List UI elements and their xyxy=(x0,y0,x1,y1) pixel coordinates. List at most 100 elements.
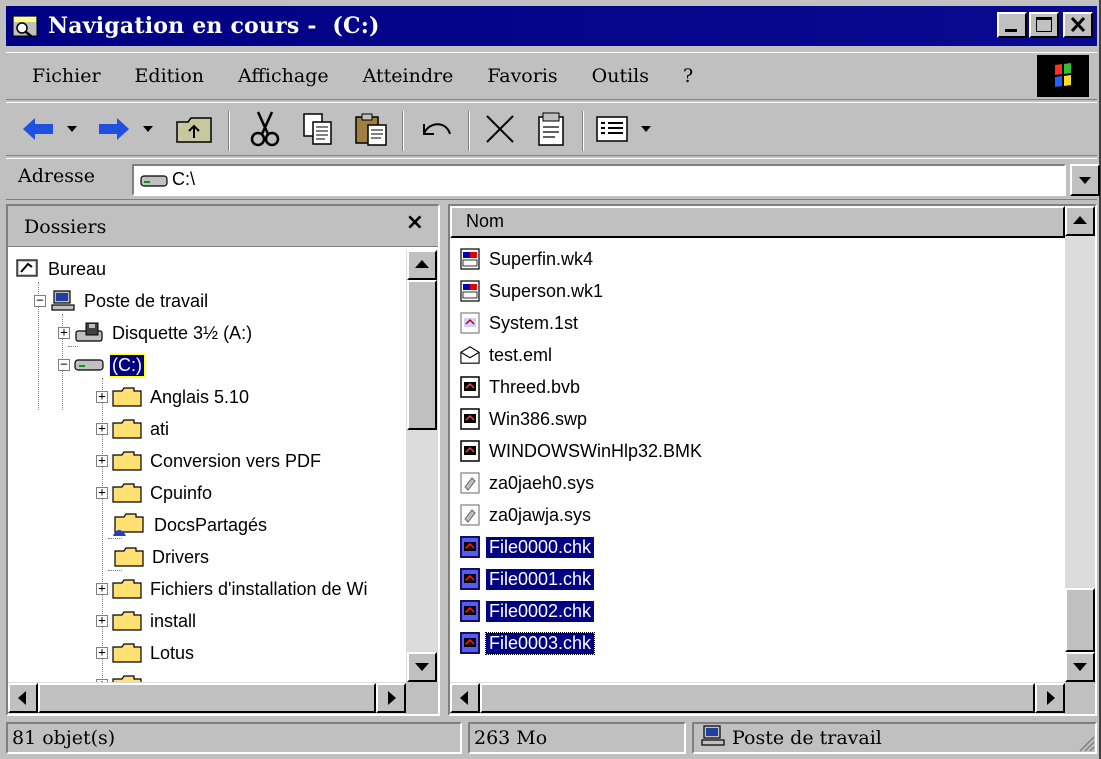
files-horizontal-scrollbar[interactable] xyxy=(450,682,1065,714)
folder-icon xyxy=(114,547,144,567)
folder-icon xyxy=(112,675,142,682)
file-item[interactable]: WINDOWSWinHlp32.BMK xyxy=(460,436,705,466)
status-location: Poste de travail xyxy=(732,727,882,749)
tree-item-ati[interactable]: + ati xyxy=(96,414,171,444)
forward-button[interactable] xyxy=(94,107,134,151)
scroll-thumb[interactable] xyxy=(1065,588,1095,652)
tree-item-c-drive[interactable]: − (C:) xyxy=(58,350,145,380)
tree-item-disquette[interactable]: + Disquette 3½ (A:) xyxy=(58,318,254,348)
menu-outils[interactable]: Outils xyxy=(572,65,663,87)
menu-help[interactable]: ? xyxy=(663,65,707,87)
delete-button[interactable] xyxy=(478,107,522,151)
title-bar[interactable]: Navigation en cours - (C:) xyxy=(6,6,1097,46)
menu-favoris[interactable]: Favoris xyxy=(467,65,571,87)
expand-icon[interactable]: + xyxy=(96,486,108,499)
back-icon xyxy=(23,118,53,140)
minimize-icon xyxy=(1005,29,1017,32)
properties-button[interactable] xyxy=(528,107,574,151)
status-size: 263 Mo xyxy=(468,722,686,754)
tree-label: Bureau xyxy=(48,258,107,279)
scroll-left-button[interactable] xyxy=(8,683,38,713)
expand-icon[interactable]: + xyxy=(58,326,70,339)
undo-button[interactable] xyxy=(412,107,460,151)
folder-icon xyxy=(112,579,142,599)
scroll-up-button[interactable] xyxy=(1065,206,1095,236)
file-item[interactable]: za0jaeh0.sys xyxy=(460,468,597,498)
maximize-button[interactable] xyxy=(1029,12,1059,38)
collapse-icon[interactable]: − xyxy=(34,294,46,307)
expand-icon[interactable]: + xyxy=(96,614,108,627)
cut-button[interactable] xyxy=(242,107,288,151)
up-folder-button[interactable] xyxy=(170,107,218,151)
tree-label: Fichiers d'installation de Wi xyxy=(150,578,368,599)
tree-item-bureau[interactable]: Bureau xyxy=(16,254,108,284)
scroll-up-button[interactable] xyxy=(407,250,437,280)
file-item-selected[interactable]: File0000.chk xyxy=(460,532,595,562)
forward-dropdown[interactable] xyxy=(138,107,158,151)
back-button[interactable] xyxy=(18,107,58,151)
views-button[interactable] xyxy=(592,107,632,151)
folders-vertical-scrollbar[interactable] xyxy=(406,250,438,682)
tree-item-partial[interactable]: + xyxy=(96,670,152,682)
tree-item-conversion-pdf[interactable]: + Conversion vers PDF xyxy=(96,446,323,476)
menu-atteindre[interactable]: Atteindre xyxy=(343,65,468,87)
expand-icon[interactable]: + xyxy=(96,582,108,595)
file-item[interactable]: Superson.wk1 xyxy=(460,276,606,306)
scroll-right-button[interactable] xyxy=(1035,683,1065,713)
column-header-nom[interactable]: Nom xyxy=(450,206,1065,238)
tree-item-cpuinfo[interactable]: + Cpuinfo xyxy=(96,478,214,508)
file-item[interactable]: Win386.swp xyxy=(460,404,590,434)
files-vertical-scrollbar[interactable] xyxy=(1065,206,1095,682)
close-button[interactable] xyxy=(1063,12,1093,38)
tree-item-anglais[interactable]: + Anglais 5.10 xyxy=(96,382,251,412)
tree-item-poste-de-travail[interactable]: − Poste de travail xyxy=(34,286,210,316)
file-item-selected[interactable]: File0002.chk xyxy=(460,596,595,626)
back-dropdown[interactable] xyxy=(62,107,82,151)
tree-item-drivers[interactable]: Drivers xyxy=(114,542,211,572)
scroll-right-button[interactable] xyxy=(376,683,406,713)
expand-icon[interactable]: + xyxy=(96,646,108,659)
menu-edition[interactable]: Edition xyxy=(115,65,219,87)
file-item[interactable]: System.1st xyxy=(460,308,581,338)
spreadsheet-file-icon xyxy=(460,248,480,270)
shared-folder-icon xyxy=(113,513,144,536)
expand-icon[interactable]: + xyxy=(96,390,108,403)
address-dropdown-button[interactable] xyxy=(1070,164,1100,196)
folders-close-button[interactable]: × xyxy=(406,210,424,235)
tree-item-install[interactable]: + install xyxy=(96,606,198,636)
forward-icon xyxy=(99,118,129,140)
scroll-down-button[interactable] xyxy=(1065,652,1095,682)
close-icon xyxy=(1070,16,1086,33)
tree-item-lotus[interactable]: + Lotus xyxy=(96,638,196,668)
resize-grip-icon[interactable] xyxy=(1075,732,1095,752)
scroll-thumb[interactable] xyxy=(480,683,1035,713)
views-dropdown[interactable] xyxy=(636,107,656,151)
folders-horizontal-scrollbar[interactable] xyxy=(8,682,406,714)
status-bar: 81 objet(s) 263 Mo Poste de travail xyxy=(6,720,1097,756)
scroll-down-button[interactable] xyxy=(407,652,437,682)
chevron-down-icon xyxy=(67,126,77,132)
expand-icon[interactable]: + xyxy=(96,454,108,467)
file-list: Superfin.wk4 Superson.wk1 System.1st tes… xyxy=(450,240,1065,680)
scroll-thumb[interactable] xyxy=(38,683,376,713)
window-title: Navigation en cours - (C:) xyxy=(48,13,380,39)
tree-item-fichiers-installation[interactable]: + Fichiers d'installation de Wi xyxy=(96,574,370,604)
file-item[interactable]: test.eml xyxy=(460,340,555,370)
expand-icon[interactable]: + xyxy=(96,422,108,435)
scroll-left-button[interactable] xyxy=(450,683,480,713)
file-item-selected[interactable]: File0003.chk xyxy=(460,628,596,658)
tree-item-docspartages[interactable]: DocsPartagés xyxy=(112,510,269,540)
file-item[interactable]: za0jawja.sys xyxy=(460,500,594,530)
arrow-right-icon xyxy=(1047,691,1055,705)
menu-fichier[interactable]: Fichier xyxy=(6,65,115,87)
file-item[interactable]: Threed.bvb xyxy=(460,372,583,402)
menu-affichage[interactable]: Affichage xyxy=(218,65,343,87)
paste-button[interactable] xyxy=(348,107,394,151)
collapse-icon[interactable]: − xyxy=(58,358,70,371)
file-item-selected[interactable]: File0001.chk xyxy=(460,564,595,594)
copy-button[interactable] xyxy=(296,107,340,151)
file-item[interactable]: Superfin.wk4 xyxy=(460,244,596,274)
minimize-button[interactable] xyxy=(997,12,1027,38)
address-input[interactable]: C:\ xyxy=(132,164,1066,196)
scroll-thumb[interactable] xyxy=(407,280,437,430)
